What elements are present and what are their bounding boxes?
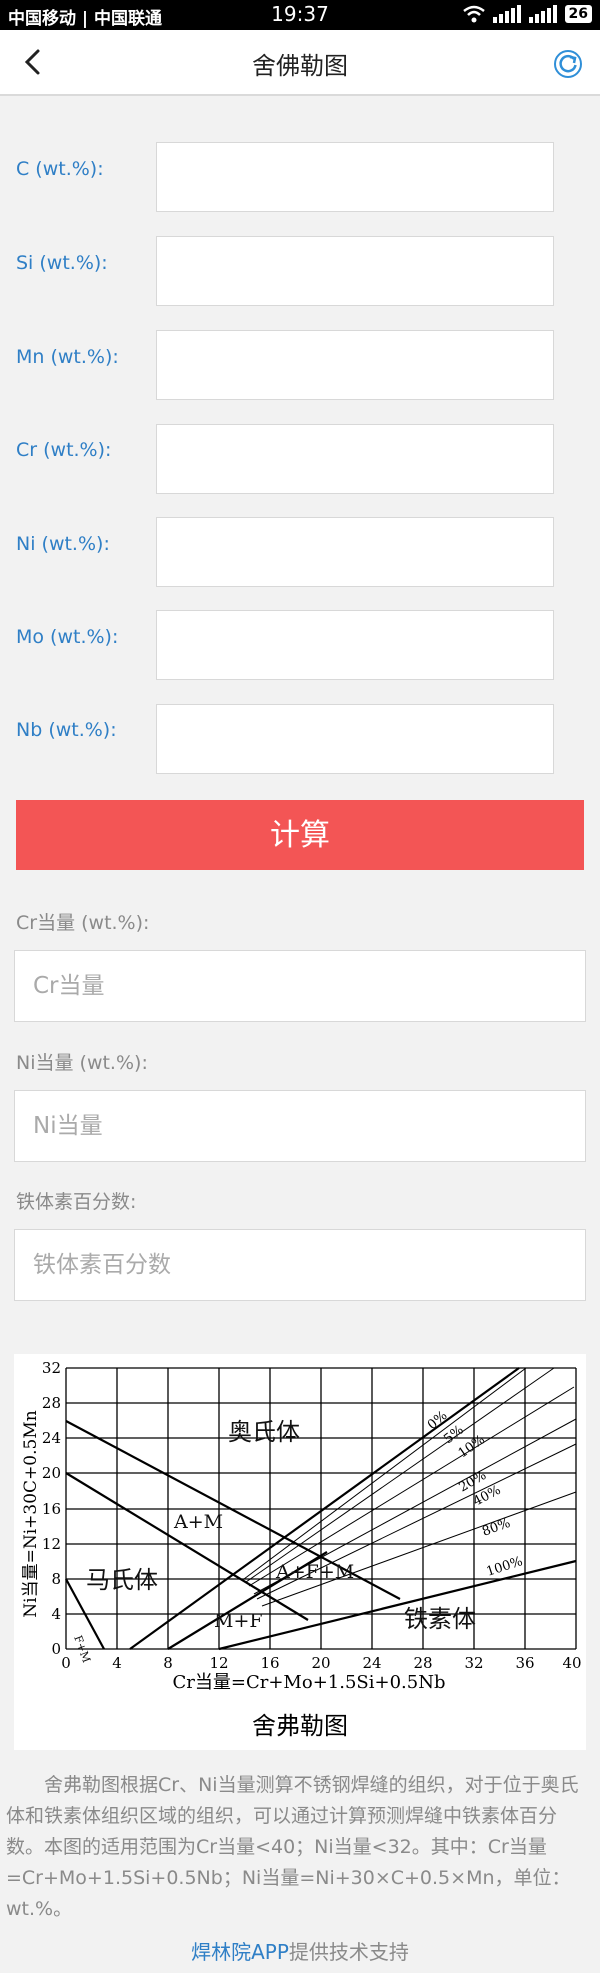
molybdenum-input[interactable] [156,610,554,680]
y-axis-label: Ni当量=Ni+30C+0.5Mn [21,1410,41,1617]
nickel-input[interactable] [156,517,554,587]
schaeffler-diagram: 0% 5% 10% 20% 40% 80% 100% 奥氏体 马氏体 铁素体 A… [14,1354,586,1750]
x-tick-12: 12 [209,1654,228,1672]
x-tick-16: 16 [260,1654,279,1672]
diagram-grid [65,1367,577,1650]
ni-equivalent-label: Ni当量 (wt.%): [16,1052,148,1074]
mf-region-label: M+F [214,1610,263,1632]
manganese-label: Mn (wt.%): [16,346,119,368]
ferrite-label-0: 0% [425,1408,450,1433]
cr-equivalent-label: Cr当量 (wt.%): [16,912,150,934]
x-tick-8: 8 [163,1654,173,1672]
diagram-description: 舍弗勒图根据Cr、Ni当量测算不锈钢焊缝的组织，对于位于奥氏体和铁素体组织区域的… [6,1774,579,1920]
wifi-icon [462,5,485,23]
carbon-label: C (wt.%): [16,158,104,180]
ni-equivalent-output[interactable]: Ni当量 [14,1090,586,1162]
chromium-input[interactable] [156,424,554,494]
nickel-label: Ni (wt.%): [16,533,110,555]
x-tick-40: 40 [562,1654,581,1672]
status-icons: 26 [462,5,592,23]
cr-equivalent-output[interactable]: Cr当量 [14,950,586,1022]
x-tick-0: 0 [61,1654,71,1672]
x-tick-4: 4 [112,1654,122,1672]
afm-region-label: A+F+M [275,1561,354,1583]
x-axis-label: Cr当量=Cr+Mo+1.5Si+0.5Nb [173,1672,446,1693]
footer-text: 提供技术支持 [288,1940,409,1964]
y-tick-12: 12 [42,1535,61,1553]
chromium-label: Cr (wt.%): [16,439,112,461]
manganese-input[interactable] [156,330,554,400]
x-tick-36: 36 [515,1654,534,1672]
austenite-region-label: 奥氏体 [228,1418,300,1446]
refresh-icon[interactable] [552,48,584,80]
app-link[interactable]: 焊林院APP [191,1940,289,1964]
silicon-label: Si (wt.%): [16,252,108,274]
y-tick-4: 4 [51,1605,61,1623]
signal-strength-icon [492,5,521,23]
niobium-input[interactable] [156,704,554,774]
ferrite-percent-label: 铁体素百分数: [16,1191,137,1213]
footer: 焊林院APP提供技术支持 [0,1936,600,1965]
ferrite-label-80: 80% [480,1516,512,1540]
y-tick-20: 20 [42,1464,61,1482]
app-header: 舍佛勒图 [0,30,600,96]
y-tick-0: 0 [51,1640,61,1658]
x-tick-20: 20 [311,1654,330,1672]
x-tick-32: 32 [464,1654,483,1672]
calculate-button[interactable]: 计算 [16,800,584,870]
y-tick-8: 8 [51,1570,61,1588]
ferrite-percent-labels: 0% 5% 10% 20% 40% 80% 100% [425,1408,525,1579]
y-tick-28: 28 [42,1394,61,1412]
diagram-caption: 舍弗勒图 [252,1712,348,1740]
y-tick-16: 16 [42,1500,61,1518]
y-tick-24: 24 [42,1429,61,1447]
ferrite-region-label: 铁素体 [404,1605,476,1633]
y-tick-32: 32 [42,1359,61,1377]
carbon-input[interactable] [156,142,554,212]
silicon-input[interactable] [156,236,554,306]
page-title: 舍佛勒图 [252,52,348,80]
molybdenum-label: Mo (wt.%): [16,626,119,648]
am-region-label: A+M [173,1511,223,1533]
martensite-region-label: 马氏体 [86,1566,158,1594]
niobium-label: Nb (wt.%): [16,719,117,741]
ferrite-percent-output[interactable]: 铁体素百分数 [14,1229,586,1301]
battery-icon: 26 [564,5,592,23]
y-tick-labels: 0 4 8 12 16 20 24 28 32 [42,1359,61,1658]
x-tick-28: 28 [413,1654,432,1672]
status-bar: 中国移动 | 中国联通 19:37 26 [0,0,600,30]
signal-strength-icon-2 [528,5,557,23]
x-tick-24: 24 [362,1654,381,1672]
x-tick-labels: 0 4 8 12 16 20 24 28 32 36 40 [61,1654,581,1672]
